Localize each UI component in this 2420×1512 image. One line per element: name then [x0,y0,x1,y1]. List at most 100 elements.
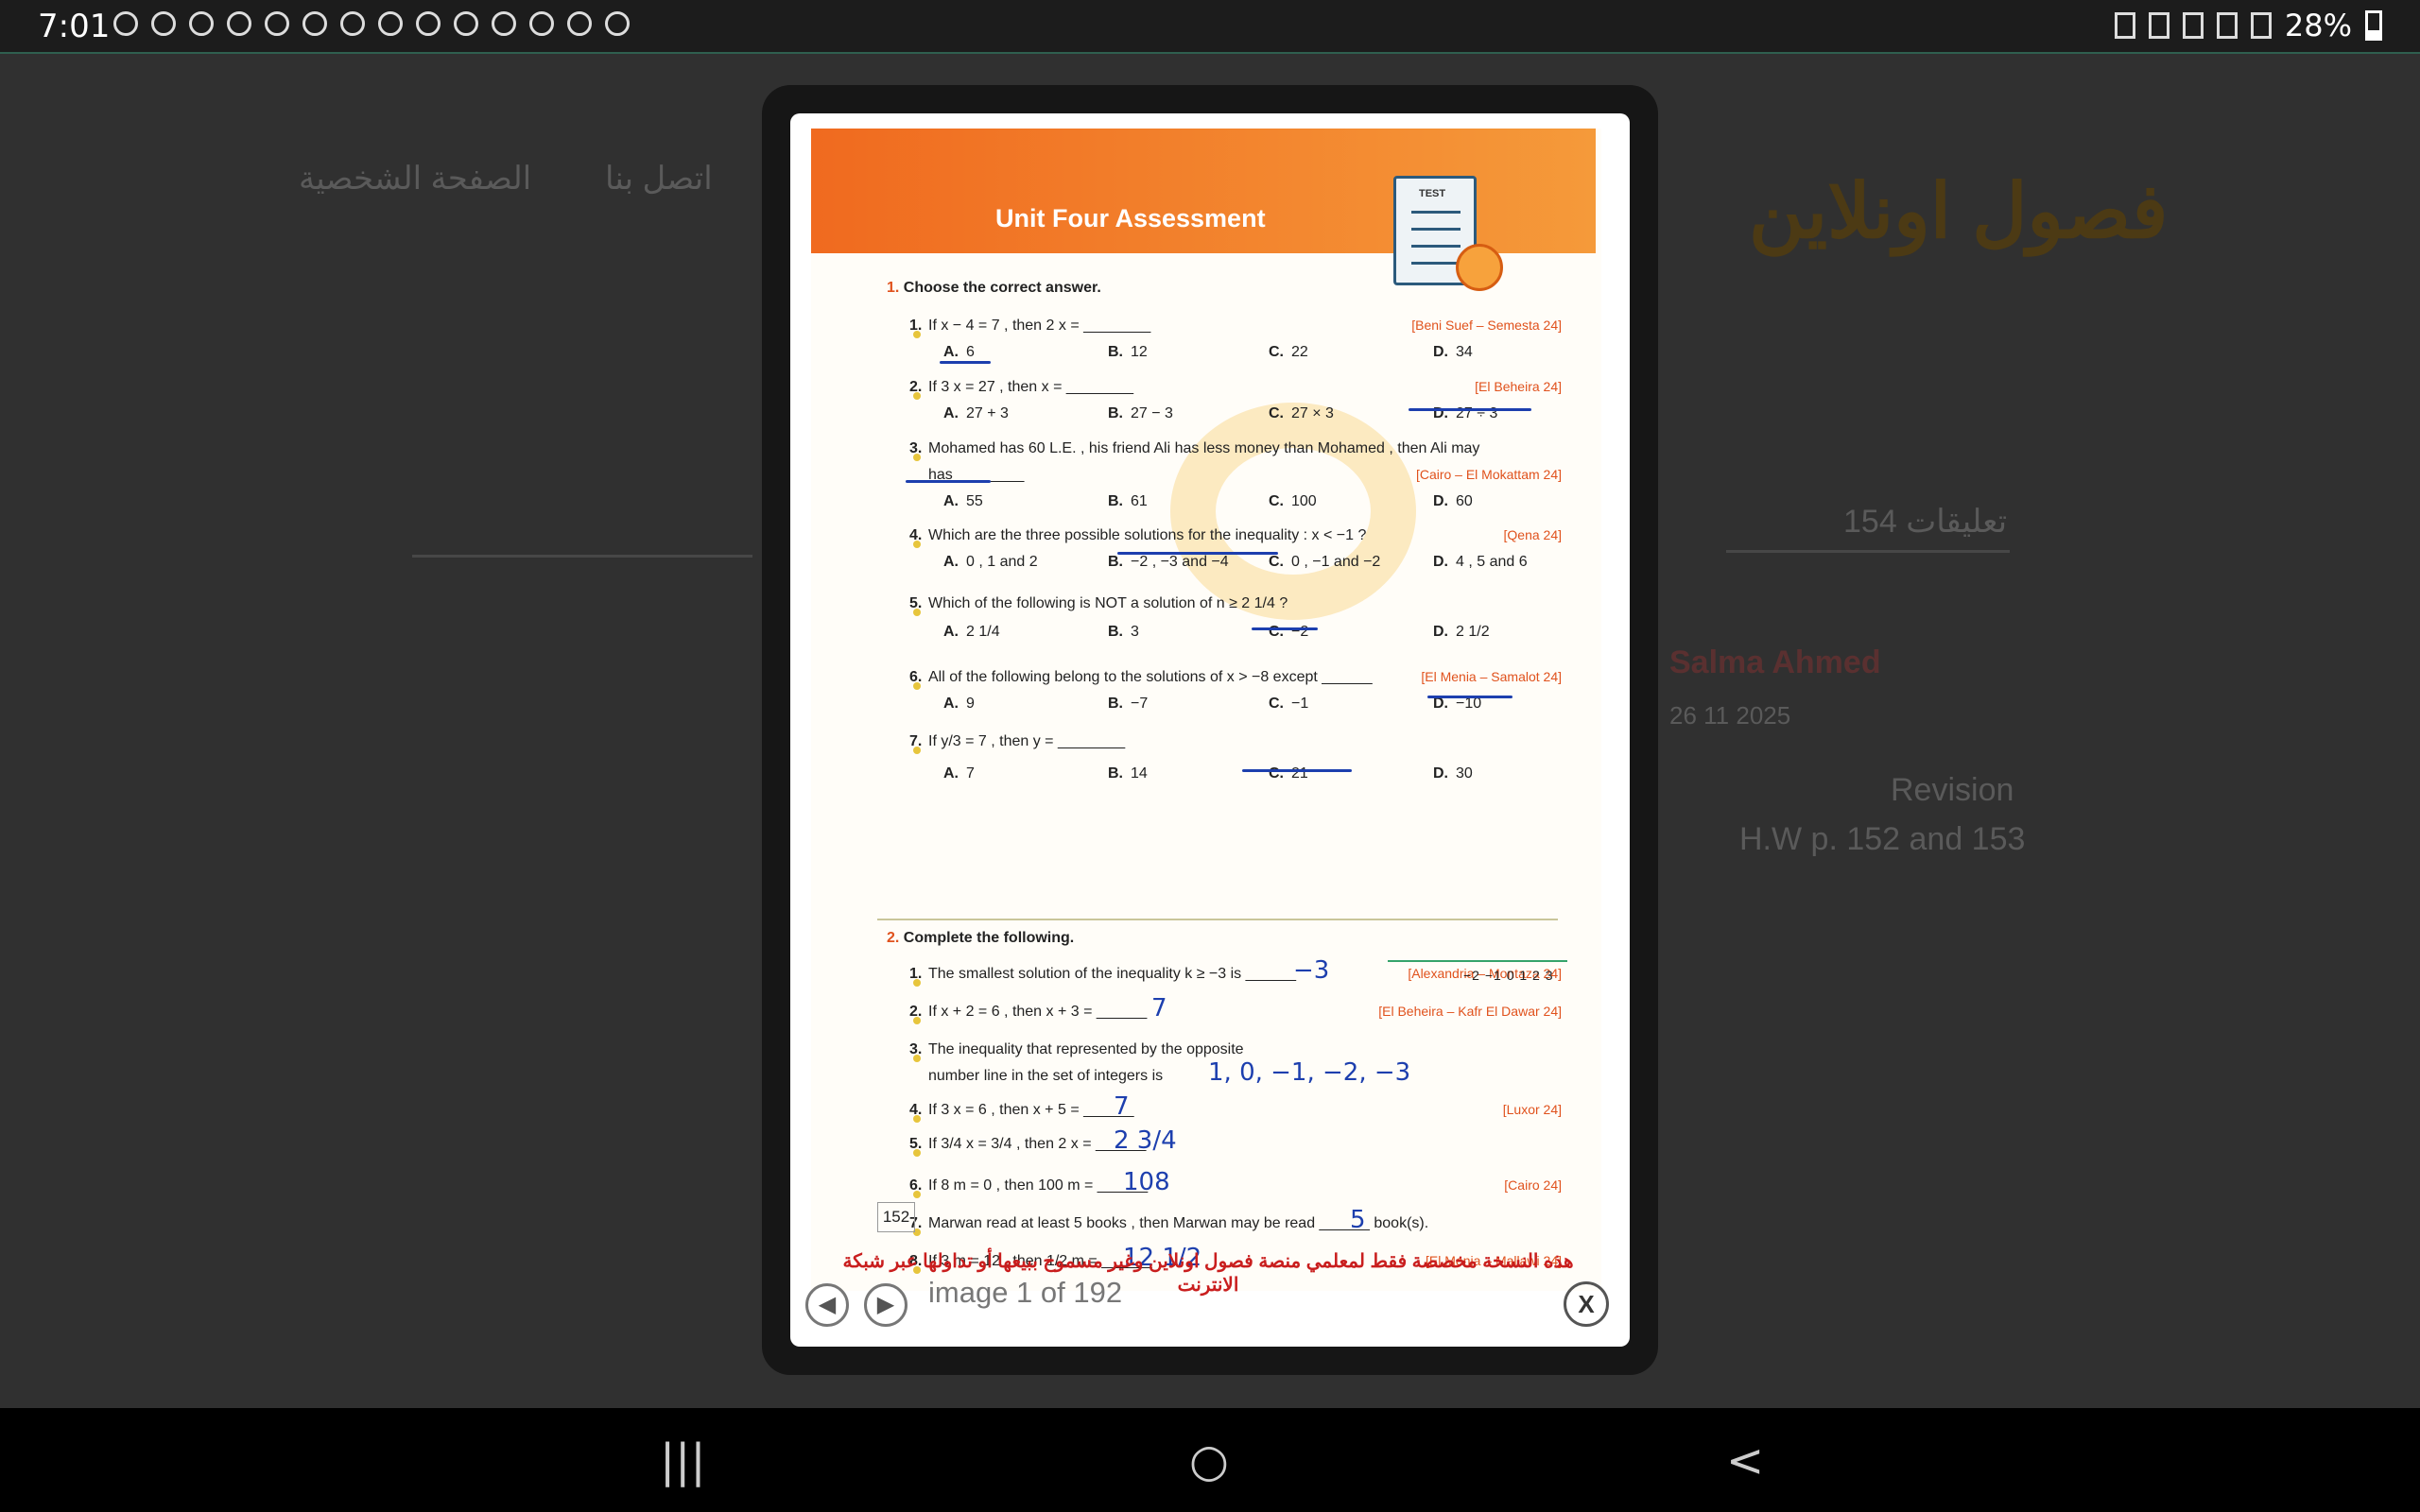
image-counter: image 1 of 192 [928,1276,1123,1309]
next-image-button[interactable]: ▶ [864,1283,908,1327]
status-bar: 7:01 28% [0,0,2420,54]
question-number: 3. [909,1041,923,1057]
question-number: 7. [909,733,923,749]
completion-text: The smallest solution of the inequality … [928,966,1297,982]
capcut-icon [265,11,289,36]
question-text: Which are the three possible solutions f… [928,527,1367,543]
completion-text-cont: number line in the set of integers is [928,1068,1164,1084]
wifi-icon [2216,12,2238,39]
user-name: Salma Ahmed [1669,644,1881,680]
question-number: 5. [909,595,923,611]
close-button[interactable]: X [1564,1281,1609,1327]
question-source: [El Beheira 24] [1475,379,1562,394]
question-source: [Cairo – El Mokattam 24] [1415,467,1562,482]
post-title: Revision [1891,772,2014,808]
comments-underline [1726,550,2010,553]
answer-option: B. −2 , −3 and −4 [1108,554,1229,570]
page-number: 152 [877,1202,915,1232]
battery-percent: 28% [2284,8,2352,43]
stopwatch-icon [1456,244,1503,291]
answer-option: D. 60 [1433,493,1473,509]
handwritten-underline [1242,769,1352,772]
back-button[interactable]: < [1726,1435,1764,1487]
handwritten-answer: 7 [1151,994,1167,1022]
battery-icon [2365,10,2382,41]
question-text: If y/3 = 7 , then y = ________ [928,733,1126,749]
answer-option: A. 27 + 3 [943,405,1009,421]
answer-option: C. 100 [1269,493,1317,509]
completion-text: If 8 m = 0 , then 100 m = ______ [928,1177,1149,1194]
worksheet-image: Unit Four Assessment TEST 1. Choose the … [811,129,1601,1296]
handwritten-underline [1427,696,1512,698]
gallery-icon [529,11,554,36]
chrome-icon [302,11,327,36]
excel-icon [567,11,592,36]
home-button[interactable]: ○ [1189,1435,1229,1487]
question-source: [El Menia – Samalot 24] [1421,669,1562,684]
chrome-icon [340,11,365,36]
nav-profile-link[interactable]: الصفحة الشخصية [299,160,531,198]
section-divider [877,919,1558,920]
question-number: 4. [909,1102,923,1118]
number-line [1388,960,1567,962]
handwritten-answer: 108 [1123,1168,1170,1196]
question-number: 6. [909,1177,923,1194]
section-1-heading: 1. Choose the correct answer. [887,280,1101,296]
answer-option: B. 3 [1108,624,1139,640]
answer-option: D. 34 [1433,344,1473,360]
pinterest-icon [151,11,176,36]
answer-option: A. 6 [943,344,975,360]
handwritten-underline [906,480,991,483]
status-right: 28% [2114,8,2382,43]
question-number: 2. [909,1004,923,1020]
worksheet-title: Unit Four Assessment [995,204,1266,232]
question-number: 6. [909,669,923,685]
capcut-icon [189,11,214,36]
answer-option: B. 14 [1108,765,1148,782]
mute-icon [2182,12,2204,39]
completion-text: If 3 x = 6 , then x + 5 = ______ [928,1102,1134,1118]
recents-button[interactable]: ||| [660,1435,706,1487]
system-nav-bar: ||| ○ < [0,1408,2420,1512]
answer-option: A. 9 [943,696,975,712]
question-source: [Luxor 24] [1502,1102,1562,1117]
question-text: If x − 4 = 7 , then 2 x = ________ [928,318,1151,334]
answer-option: A. 2 1/4 [943,624,1000,640]
handwritten-underline [1409,408,1531,411]
question-text: Mohamed has 60 L.E. , his friend Ali has… [928,440,1480,456]
phone-icon [454,11,478,36]
answer-option: B. −7 [1108,696,1149,712]
question-source: [El Beheira – Kafr El Dawar 24] [1378,1004,1562,1019]
post-body: H.W p. 152 and 153 [1739,821,2026,857]
site-logo: فصول اونلاين [1749,169,2169,253]
question-source: [Qena 24] [1503,527,1563,542]
previous-image-button[interactable]: ◀ [805,1283,849,1327]
roblox-icon [416,11,441,36]
post-date: 26 11 2025 [1669,701,1791,730]
notification-icons [113,11,630,36]
completion-text: If x + 2 = 6 , then x + 3 = ______ [928,1004,1148,1020]
answer-option: B. 27 − 3 [1108,405,1173,421]
handwritten-answer: 7 [1114,1092,1130,1121]
filter-underline [412,555,752,558]
completion-text: The inequality that represented by the o… [928,1041,1244,1057]
answer-option: C. 0 , −1 and −2 [1269,554,1381,570]
answer-option: B. 61 [1108,493,1148,509]
answer-option: C. −2 [1269,624,1309,640]
nav-contact-link[interactable]: اتصل بنا [605,160,713,198]
capcut-icon [227,11,251,36]
answer-option: C. 27 × 3 [1269,405,1334,421]
question-number: 2. [909,379,923,395]
question-number: 1. [909,966,923,982]
answer-option: A. 55 [943,493,983,509]
calendar-icon [605,11,630,36]
signal-icon [2250,12,2272,39]
answer-option: C. 22 [1269,344,1308,360]
answer-option: D. 2 1/2 [1433,624,1490,640]
question-source: [Cairo 24] [1504,1177,1562,1193]
worksheet-banner: Unit Four Assessment [811,129,1596,253]
question-number: 5. [909,1136,923,1152]
handwritten-underline [940,361,991,364]
chrome-icon [378,11,403,36]
answer-option: C. −1 [1269,696,1309,712]
